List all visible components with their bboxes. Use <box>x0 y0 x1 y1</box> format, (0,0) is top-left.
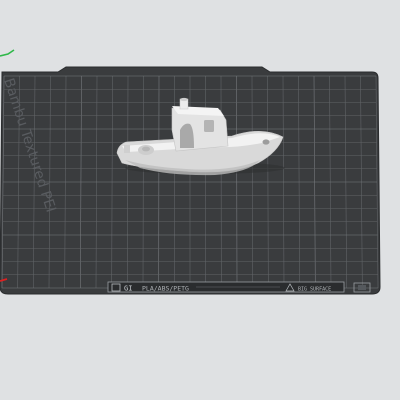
3d-viewport[interactable]: Bambu Textured PEI GI PLA/ABS/PETG BIG S… <box>0 0 400 400</box>
build-plate <box>0 66 381 295</box>
bed-front-side-label: BIG SURFACE <box>298 287 331 293</box>
axis-y-icon <box>0 49 15 57</box>
bed-front-mark: GI <box>124 285 132 293</box>
bed-front-plate-label: PLA/ABS/PETG <box>142 285 189 293</box>
bed-front-strip: GI PLA/ABS/PETG BIG SURFACE <box>107 281 371 293</box>
